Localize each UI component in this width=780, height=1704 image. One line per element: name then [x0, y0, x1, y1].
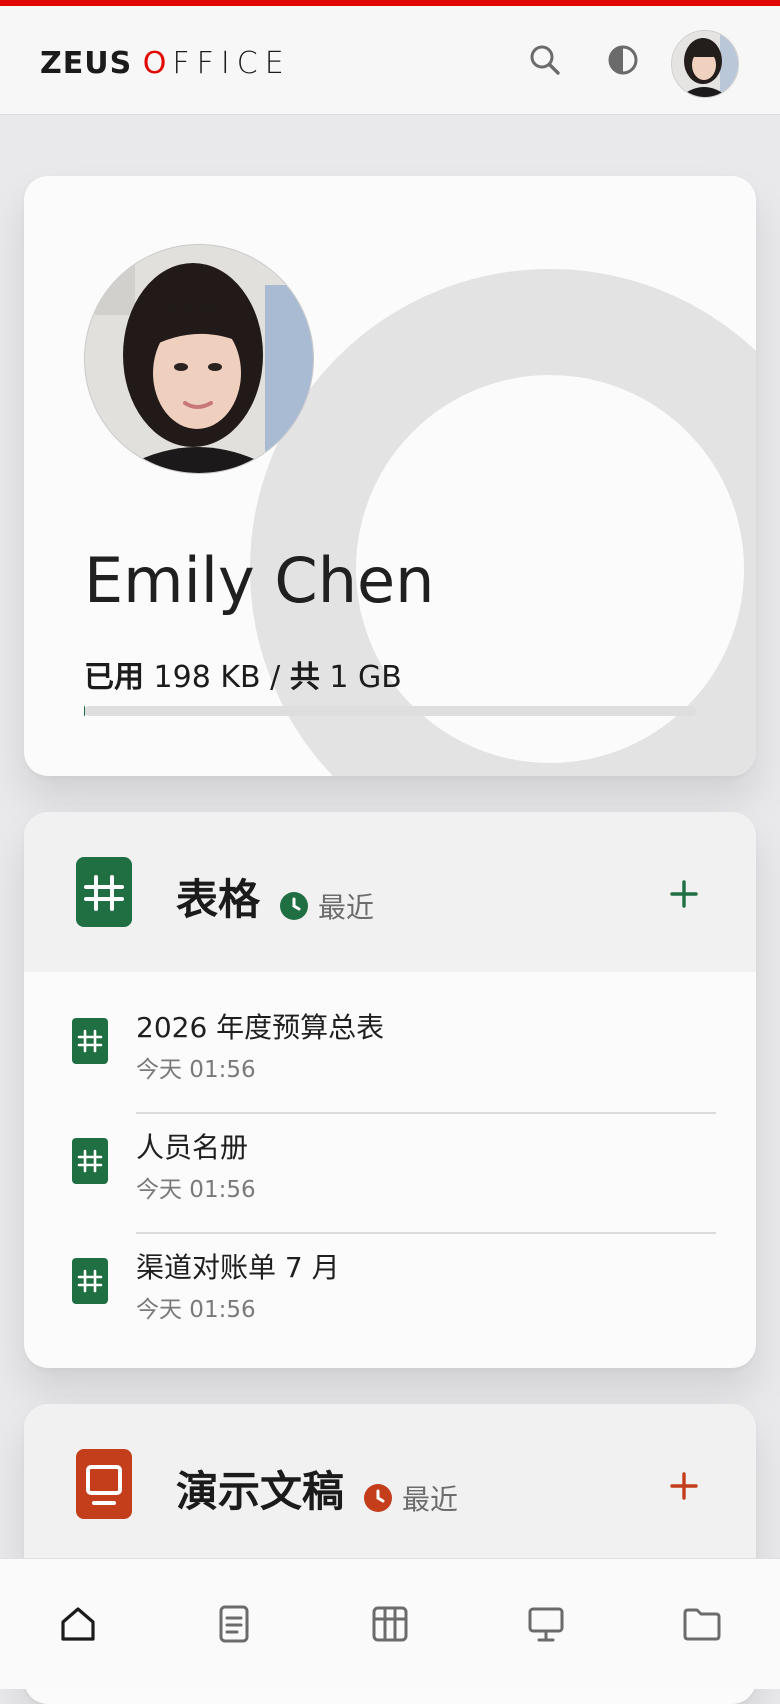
sheets-section-header: 表格 最近	[24, 812, 756, 972]
slides-section-header: 演示文稿 最近	[24, 1404, 756, 1564]
slides-app-icon[interactable]	[76, 1449, 132, 1519]
profile-avatar[interactable]	[84, 244, 314, 474]
sheets-icon	[369, 1603, 411, 1645]
sheet-file-icon	[72, 1258, 108, 1304]
nav-sheets[interactable]	[312, 1559, 468, 1689]
search-icon[interactable]	[525, 40, 565, 80]
list-item[interactable]: 人员名册 今天 01:56	[24, 1104, 756, 1224]
file-name: 2026 年度预算总表	[136, 1006, 384, 1046]
folder-icon	[681, 1603, 723, 1645]
file-name: 渠道对账单 7 月	[136, 1246, 340, 1286]
decorative-ring	[250, 269, 756, 776]
slides-title: 演示文稿	[176, 1458, 344, 1519]
nav-slides[interactable]	[468, 1559, 624, 1689]
file-name: 人员名册	[136, 1126, 248, 1166]
home-icon	[57, 1603, 99, 1645]
sheets-app-icon[interactable]	[76, 857, 132, 927]
sheets-title: 表格	[176, 866, 260, 927]
slides-icon	[525, 1603, 567, 1645]
list-item[interactable]: 渠道对账单 7 月 今天 01:56	[24, 1224, 756, 1344]
file-date: 今天 01:56	[136, 1170, 256, 1204]
storage-usage: 已用 198 KB / 共 1 GB	[84, 652, 402, 696]
clock-icon	[280, 892, 308, 920]
documents-icon	[213, 1603, 255, 1645]
sheets-section: 表格 最近 2026 年度预算总表 今天 01:56 人员名册 今天 01:56…	[24, 812, 756, 1368]
nav-files[interactable]	[624, 1559, 780, 1689]
avatar[interactable]	[671, 30, 739, 98]
sheet-file-icon	[72, 1018, 108, 1064]
app-header: ZEUS OFFICE	[0, 6, 780, 115]
user-name: Emily Chen	[84, 544, 434, 617]
slides-recent-filter[interactable]: 最近	[364, 1478, 458, 1518]
theme-toggle-icon[interactable]	[603, 40, 643, 80]
file-date: 今天 01:56	[136, 1050, 256, 1084]
file-date: 今天 01:56	[136, 1290, 256, 1324]
add-slides-button[interactable]	[664, 1466, 704, 1506]
sheets-recent-filter[interactable]: 最近	[280, 886, 374, 926]
sheet-file-icon	[72, 1138, 108, 1184]
list-item[interactable]: 2026 年度预算总表 今天 01:56	[24, 984, 756, 1104]
add-sheet-button[interactable]	[664, 874, 704, 914]
nav-documents[interactable]	[156, 1559, 312, 1689]
bottom-navigation	[0, 1558, 780, 1689]
nav-home[interactable]	[0, 1559, 156, 1689]
app-logo[interactable]: ZEUS OFFICE	[40, 44, 291, 84]
clock-icon	[364, 1484, 392, 1512]
storage-progress-bar	[84, 706, 696, 716]
profile-card: Emily Chen 已用 198 KB / 共 1 GB	[24, 176, 756, 776]
